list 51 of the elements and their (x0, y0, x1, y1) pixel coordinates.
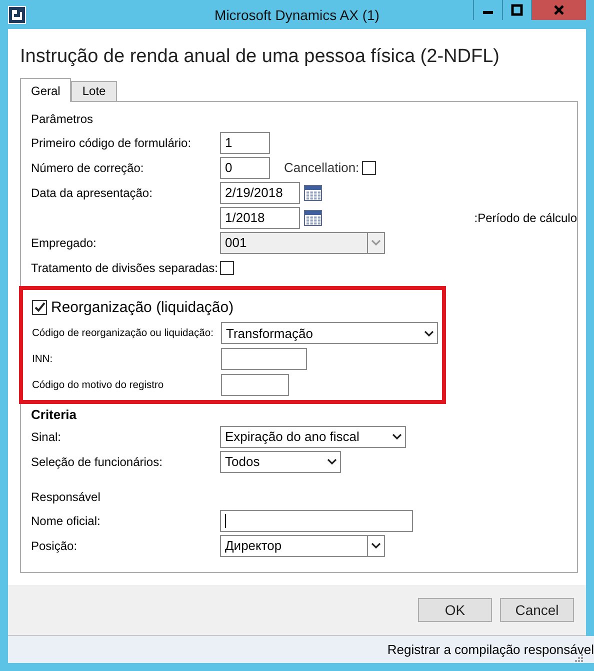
field-label: Data da apresentação: (31, 186, 154, 200)
dropdown[interactable]: Transformação (221, 322, 438, 344)
field-label: Número de correção: (31, 160, 145, 174)
field-label: INN: (32, 354, 54, 364)
input-field[interactable]: 1 (220, 132, 270, 154)
field-label: Sinal: (31, 430, 62, 444)
chevron-down-icon (392, 433, 402, 440)
minimize-icon (483, 11, 493, 14)
input-field[interactable]: 2/19/2018 (220, 182, 300, 204)
field-label: Código do motivo do registro (32, 380, 165, 390)
input-field[interactable]: 0 (220, 156, 270, 178)
dialog-button[interactable]: OK (418, 598, 492, 622)
group-heading: Criteria (31, 406, 77, 422)
group-heading: Responsável (31, 490, 100, 504)
dropdown[interactable]: Директор (220, 534, 385, 556)
checkbox[interactable] (32, 300, 47, 314)
input-field[interactable] (221, 348, 307, 370)
chevron-down-icon (424, 330, 434, 336)
form-title: Instrução de renda anual de uma pessoa física (2-NDFL) (20, 46, 500, 68)
app-icon (8, 6, 26, 24)
field-label: Nome oficial: (31, 514, 102, 528)
field-label: Posição: (31, 538, 78, 552)
close-icon (553, 4, 565, 16)
calendar-icon[interactable] (304, 184, 322, 201)
field-label: Código de reorganização ou liquidação: (32, 328, 214, 338)
input-field[interactable] (221, 374, 289, 396)
checkbox[interactable] (362, 160, 376, 174)
status-text: Registrar a compilação responsável (387, 642, 594, 657)
group-heading: Reorganização (liquidação) (51, 298, 234, 316)
dialog-button[interactable]: Cancel (500, 598, 574, 622)
tab[interactable]: Lote (71, 81, 117, 101)
group-heading: Parâmetros (31, 112, 94, 126)
calendar-icon[interactable] (304, 209, 322, 226)
field-label: Empregado: (31, 236, 98, 250)
field-label: :Período de cálculo (474, 210, 577, 224)
chevron-down-icon (371, 239, 381, 246)
field-label: Primeiro código de formulário: (31, 136, 192, 150)
chevron-down-icon (371, 542, 381, 549)
field-label: Tratamento de divisões separadas: (31, 260, 219, 274)
checkbox[interactable] (220, 260, 234, 274)
tab[interactable]: Geral (20, 78, 72, 102)
dropdown[interactable]: Todos (220, 450, 341, 472)
field-label: Cancellation: (284, 160, 360, 175)
input-field[interactable]: 1/2018 (220, 206, 300, 228)
input-field[interactable] (220, 510, 413, 532)
maximize-icon (511, 4, 523, 16)
chevron-down-icon (327, 458, 337, 465)
dropdown[interactable]: Expiração do ano fiscal (220, 426, 406, 448)
window-title: Microsoft Dynamics AX (1) (214, 6, 380, 22)
close-button[interactable] (531, 0, 586, 20)
field-label: Seleção de funcionários: (31, 454, 164, 468)
